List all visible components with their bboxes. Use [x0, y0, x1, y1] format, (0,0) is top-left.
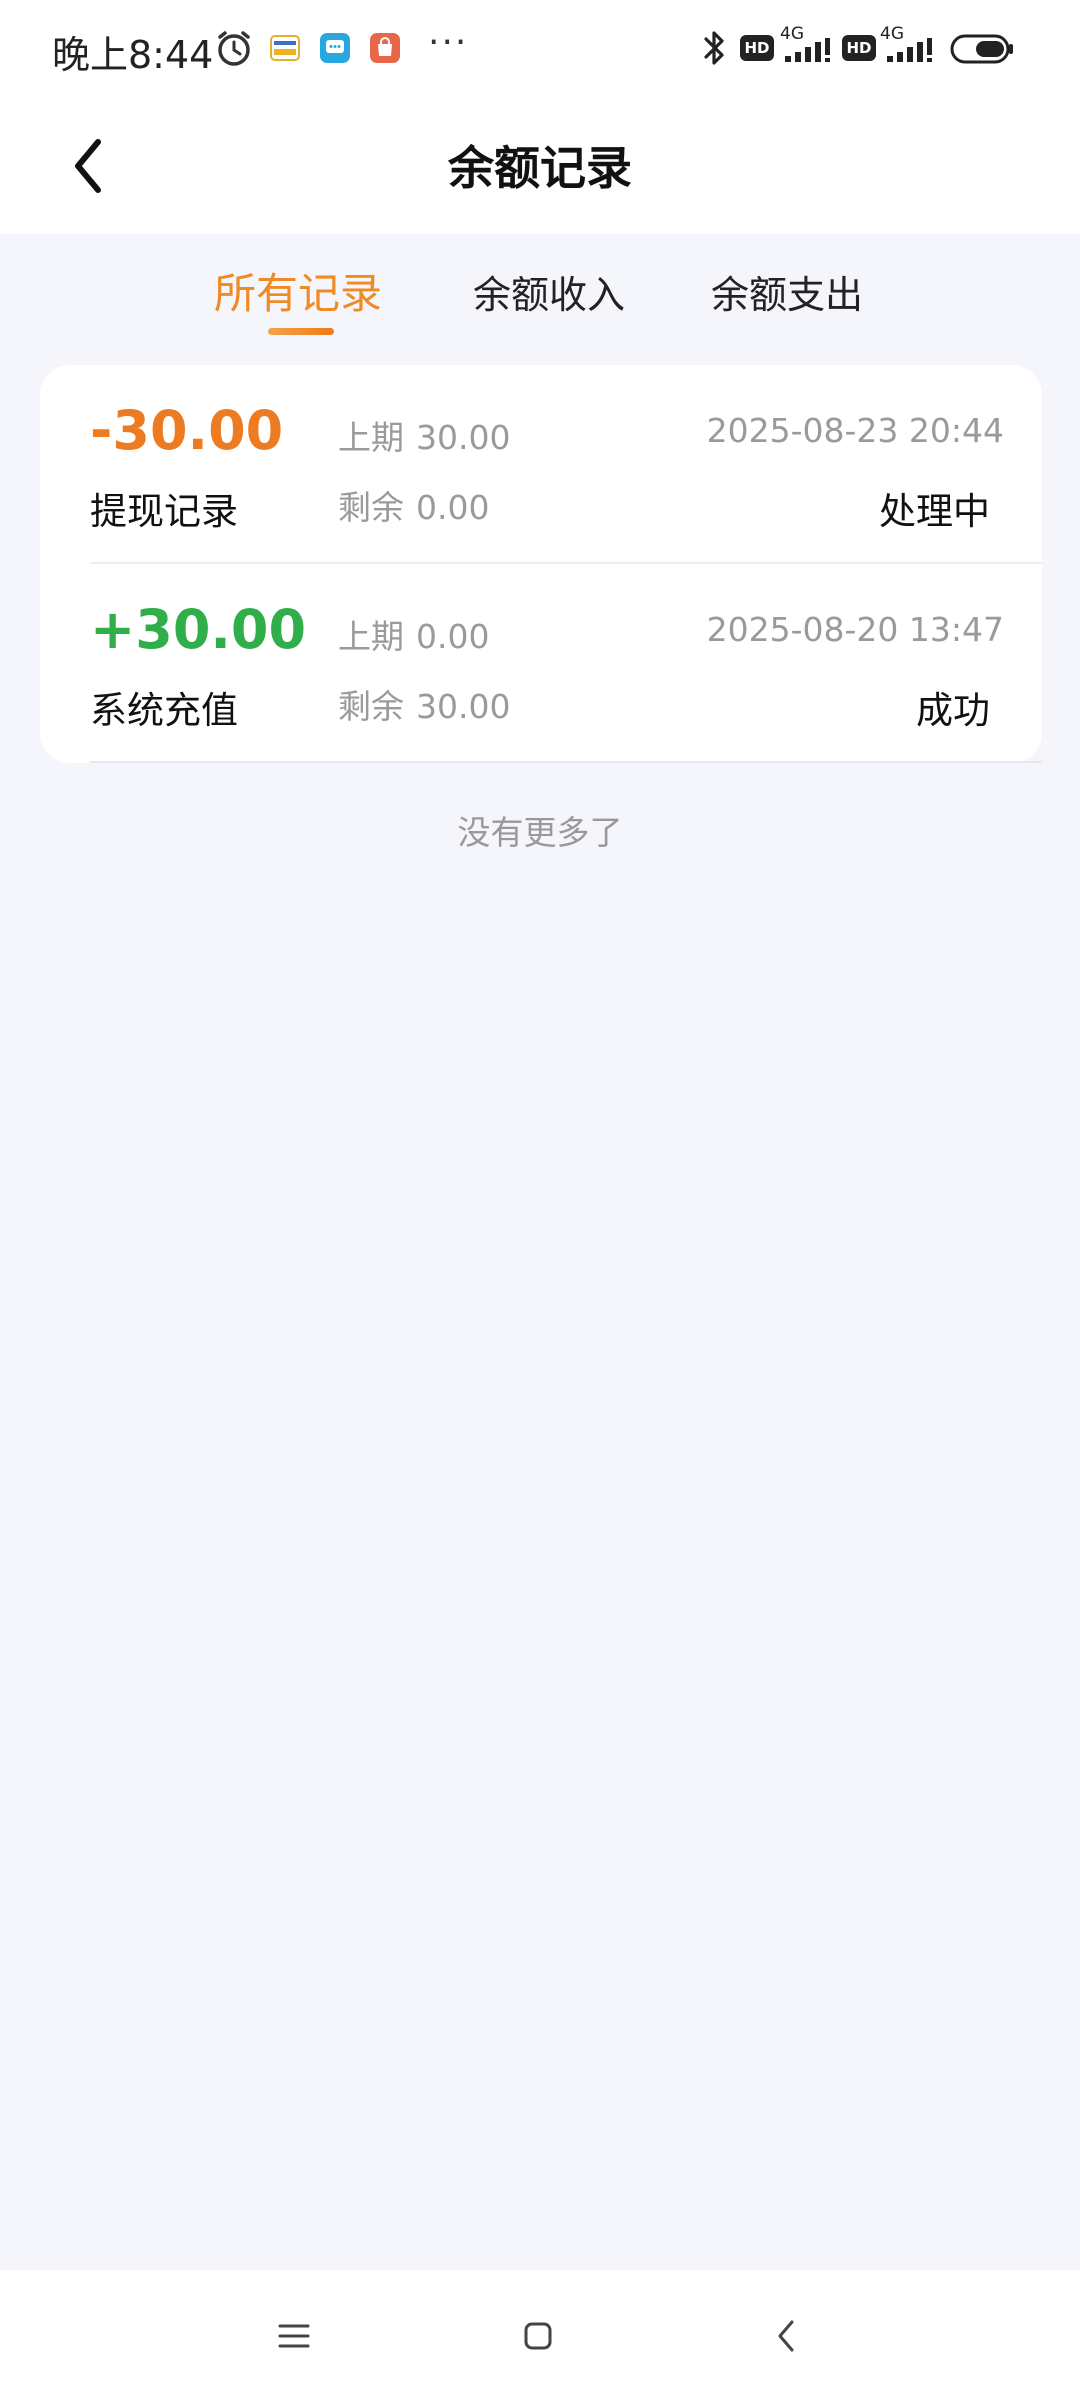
record-time: 2025-08-23 20:44 [706, 411, 1004, 450]
previous-value: 0.00 [416, 617, 490, 656]
record-remaining-balance: 剩余 30.00 [338, 680, 510, 728]
recent-apps-button[interactable] [264, 2306, 324, 2366]
records-card: -30.00 提现记录 上期 30.00 剩余 0.00 2025-08-23 20… [40, 365, 1042, 763]
remaining-label: 剩余 [338, 488, 404, 527]
signal-icon [785, 38, 830, 62]
hd-badge-1: HD [740, 35, 774, 61]
record-time: 2025-08-20 13:47 [706, 610, 1004, 649]
record-previous-balance: 上期 30.00 [338, 411, 510, 459]
status-bar: 晚上8:44 ··· HD 4G HD 4G [0, 0, 1080, 98]
alarm-icon [218, 31, 250, 66]
battery-icon [950, 34, 1013, 64]
list-item[interactable]: -30.00 提现记录 上期 30.00 剩余 0.00 2025-08-23 20… [40, 365, 1042, 564]
remaining-label: 剩余 [338, 687, 404, 726]
list-item[interactable]: +30.00 系统充值 上期 0.00 剩余 30.00 2025-08-20 13… [40, 564, 1042, 763]
home-button[interactable] [508, 2306, 568, 2366]
record-previous-balance: 上期 0.00 [338, 610, 489, 658]
nav-back-button[interactable] [756, 2306, 816, 2366]
divider [90, 761, 1042, 763]
remaining-value: 30.00 [416, 687, 511, 726]
home-icon [524, 2322, 552, 2350]
system-nav-bar [0, 2270, 1080, 2400]
tab-balance-income[interactable]: 余额收入 [473, 264, 625, 319]
header: 余额记录 [0, 98, 1080, 234]
previous-label: 上期 [338, 418, 404, 457]
page-title: 余额记录 [448, 141, 632, 195]
app-notification-icon [270, 35, 300, 61]
bluetooth-icon [704, 31, 724, 65]
back-icon [778, 2320, 794, 2352]
shop-app-icon [370, 33, 400, 63]
record-type: 提现记录 [90, 490, 238, 533]
no-more-text: 没有更多了 [457, 813, 623, 852]
record-status: 处理中 [879, 490, 990, 533]
previous-value: 30.00 [416, 418, 511, 457]
message-app-icon [320, 33, 350, 63]
record-amount: +30.00 [90, 598, 307, 661]
previous-label: 上期 [338, 617, 404, 656]
signal-icon-2 [887, 38, 932, 62]
more-notifications: ··· [428, 22, 469, 63]
tab-bar: 所有记录 余额收入 余额支出 [0, 234, 1080, 344]
status-time: 晚上8:44 [52, 33, 214, 77]
active-tab-indicator [268, 328, 334, 335]
hd-badge-2: HD [842, 35, 876, 61]
remaining-value: 0.00 [416, 488, 490, 527]
record-type: 系统充值 [90, 689, 238, 732]
tab-all-records[interactable]: 所有记录 [214, 260, 382, 321]
record-status: 成功 [916, 689, 990, 732]
record-remaining-balance: 剩余 0.00 [338, 481, 489, 529]
menu-icon [278, 2324, 310, 2348]
tab-balance-expense[interactable]: 余额支出 [711, 264, 863, 319]
record-amount: -30.00 [90, 399, 284, 462]
